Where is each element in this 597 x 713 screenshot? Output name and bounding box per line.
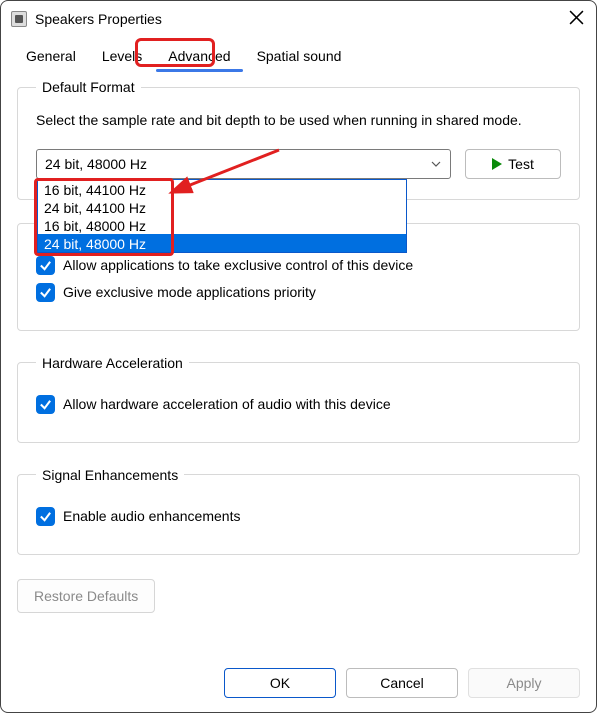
tab-content: Default Format Select the sample rate an…: [17, 79, 580, 650]
tab-strip: General Levels Advanced Spatial sound: [1, 37, 596, 70]
row-hardware-accel: Allow hardware acceleration of audio wit…: [36, 395, 561, 414]
tab-general[interactable]: General: [13, 41, 89, 70]
option-label: 24 bit, 48000 Hz: [44, 236, 146, 252]
tab-label: Levels: [102, 48, 142, 64]
tab-advanced[interactable]: Advanced: [155, 41, 243, 70]
sample-format-value: 24 bit, 48000 Hz: [45, 156, 147, 172]
group-signal-enhancements: Signal Enhancements Enable audio enhance…: [17, 467, 580, 555]
apply-label: Apply: [506, 675, 541, 691]
ok-label: OK: [270, 675, 290, 691]
checkbox-allow-exclusive[interactable]: [36, 256, 55, 275]
format-row: 24 bit, 48000 Hz 16 bit, 44100 Hz 24 bit…: [36, 149, 561, 179]
speaker-app-icon: [11, 11, 27, 27]
row-allow-exclusive: Allow applications to take exclusive con…: [36, 256, 561, 275]
row-exclusive-priority: Give exclusive mode applications priorit…: [36, 283, 561, 302]
legend-hardware: Hardware Acceleration: [36, 355, 189, 371]
group-hardware-acceleration: Hardware Acceleration Allow hardware acc…: [17, 355, 580, 443]
tab-label: Spatial sound: [257, 48, 342, 64]
ok-button[interactable]: OK: [224, 668, 336, 698]
default-format-description: Select the sample rate and bit depth to …: [36, 111, 561, 131]
cancel-label: Cancel: [380, 675, 424, 691]
label-hardware-accel: Allow hardware acceleration of audio wit…: [63, 396, 391, 412]
tab-spatial-sound[interactable]: Spatial sound: [244, 41, 355, 70]
chevron-down-icon: [430, 157, 442, 173]
play-icon: [492, 158, 502, 170]
legend-signal: Signal Enhancements: [36, 467, 184, 483]
cancel-button[interactable]: Cancel: [346, 668, 458, 698]
format-option[interactable]: 24 bit, 44100 Hz: [38, 198, 406, 216]
checkbox-exclusive-priority[interactable]: [36, 283, 55, 302]
legend-default-format: Default Format: [36, 79, 141, 95]
tab-levels[interactable]: Levels: [89, 41, 155, 70]
checkbox-hardware-accel[interactable]: [36, 395, 55, 414]
checkbox-signal-enhance[interactable]: [36, 507, 55, 526]
sample-format-combobox[interactable]: 24 bit, 48000 Hz 16 bit, 44100 Hz 24 bit…: [36, 149, 451, 179]
close-button[interactable]: [569, 10, 584, 30]
title-bar: Speakers Properties: [1, 1, 596, 37]
format-option[interactable]: 16 bit, 48000 Hz: [38, 216, 406, 234]
apply-button[interactable]: Apply: [468, 668, 580, 698]
tab-label: General: [26, 48, 76, 64]
row-signal-enhance: Enable audio enhancements: [36, 507, 561, 526]
option-label: 24 bit, 44100 Hz: [44, 200, 146, 216]
properties-window: Speakers Properties General Levels Advan…: [0, 0, 597, 713]
sample-format-dropdown: 16 bit, 44100 Hz 24 bit, 44100 Hz 16 bit…: [37, 179, 407, 253]
option-label: 16 bit, 48000 Hz: [44, 218, 146, 234]
label-signal-enhance: Enable audio enhancements: [63, 508, 240, 524]
window-title: Speakers Properties: [35, 11, 162, 27]
label-exclusive-priority: Give exclusive mode applications priorit…: [63, 284, 316, 300]
tab-label: Advanced: [168, 48, 230, 64]
format-option-selected[interactable]: 24 bit, 48000 Hz: [38, 234, 406, 252]
restore-defaults-button[interactable]: Restore Defaults: [17, 579, 155, 613]
restore-label: Restore Defaults: [34, 588, 138, 604]
option-label: 16 bit, 44100 Hz: [44, 182, 146, 198]
test-button[interactable]: Test: [465, 149, 561, 179]
dialog-footer: OK Cancel Apply: [224, 668, 580, 698]
format-option[interactable]: 16 bit, 44100 Hz: [38, 180, 406, 198]
label-allow-exclusive: Allow applications to take exclusive con…: [63, 257, 413, 273]
test-label: Test: [508, 156, 534, 172]
group-default-format: Default Format Select the sample rate an…: [17, 79, 580, 200]
